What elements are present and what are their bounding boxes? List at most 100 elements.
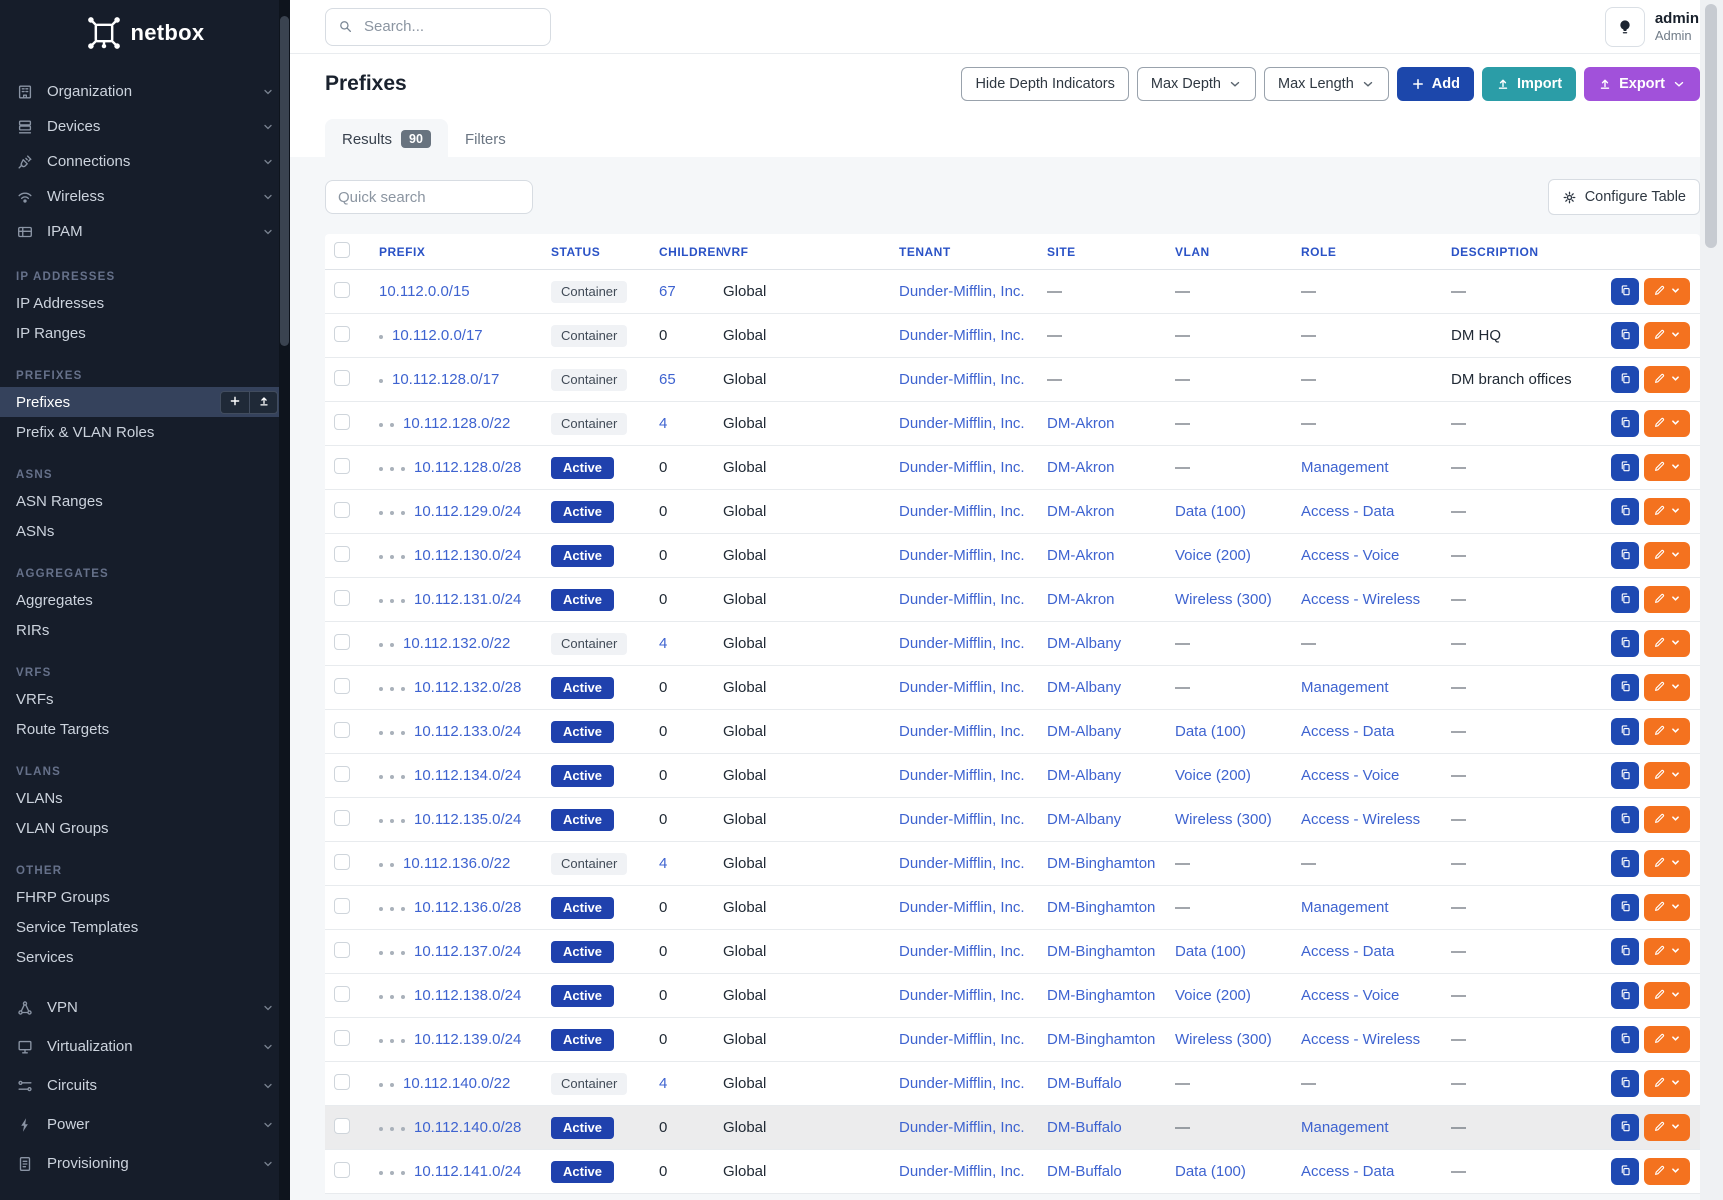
role-link[interactable]: Access - Voice <box>1301 547 1399 564</box>
site-link[interactable]: DM-Buffalo <box>1047 1075 1122 1092</box>
site-link[interactable]: DM-Akron <box>1047 415 1115 432</box>
edit-split-button[interactable] <box>1644 1026 1690 1053</box>
export-dropdown[interactable]: Export <box>1584 67 1700 101</box>
sidebar-item-vrfs[interactable]: VRFs <box>0 684 290 714</box>
clone-button[interactable] <box>1611 718 1639 745</box>
vlan-link[interactable]: Voice (200) <box>1175 987 1251 1004</box>
row-checkbox[interactable] <box>334 546 350 562</box>
tab-results[interactable]: Results 90 <box>325 119 448 159</box>
children-count-link[interactable]: 4 <box>659 415 667 432</box>
add-button[interactable]: Add <box>1397 67 1474 101</box>
prefix-link[interactable]: 10.112.134.0/24 <box>414 767 521 784</box>
clone-button[interactable] <box>1611 850 1639 877</box>
row-checkbox[interactable] <box>334 1074 350 1090</box>
role-link[interactable]: Access - Wireless <box>1301 1031 1420 1048</box>
site-link[interactable]: DM-Binghamton <box>1047 987 1155 1004</box>
sidebar-add-button[interactable] <box>220 391 249 414</box>
site-link[interactable]: DM-Albany <box>1047 723 1121 740</box>
prefix-link[interactable]: 10.112.141.0/24 <box>414 1163 521 1180</box>
edit-split-button[interactable] <box>1644 586 1690 613</box>
clone-button[interactable] <box>1611 938 1639 965</box>
edit-split-button[interactable] <box>1644 938 1690 965</box>
prefix-link[interactable]: 10.112.131.0/24 <box>414 591 521 608</box>
vlan-link[interactable]: Voice (200) <box>1175 767 1251 784</box>
prefix-link[interactable]: 10.112.136.0/22 <box>403 855 510 872</box>
role-link[interactable]: Access - Data <box>1301 943 1394 960</box>
site-link[interactable]: DM-Akron <box>1047 503 1115 520</box>
prefix-link[interactable]: 10.112.128.0/28 <box>414 459 521 476</box>
role-link[interactable]: Access - Wireless <box>1301 811 1420 828</box>
prefix-link[interactable]: 10.112.0.0/17 <box>392 327 483 344</box>
role-link[interactable]: Management <box>1301 1119 1389 1136</box>
sidebar-item-fhrp-groups[interactable]: FHRP Groups <box>0 882 290 912</box>
row-checkbox[interactable] <box>334 810 350 826</box>
role-link[interactable]: Access - Voice <box>1301 767 1399 784</box>
children-count-link[interactable]: 4 <box>659 855 667 872</box>
prefix-link[interactable]: 10.112.138.0/24 <box>414 987 521 1004</box>
site-link[interactable]: DM-Binghamton <box>1047 899 1155 916</box>
tenant-link[interactable]: Dunder-Mifflin, Inc. <box>899 899 1025 916</box>
clone-button[interactable] <box>1611 982 1639 1009</box>
sidebar-menu-virtualization[interactable]: Virtualization <box>0 1027 290 1066</box>
logo[interactable]: netbox <box>0 4 290 62</box>
sidebar-item-service-templates[interactable]: Service Templates <box>0 912 290 942</box>
edit-split-button[interactable] <box>1644 762 1690 789</box>
row-checkbox[interactable] <box>334 326 350 342</box>
row-checkbox[interactable] <box>334 282 350 298</box>
sidebar-item-rirs[interactable]: RIRs <box>0 615 290 645</box>
clone-button[interactable] <box>1611 630 1639 657</box>
column-header-site[interactable]: SITE <box>1047 245 1175 259</box>
children-count-link[interactable]: 4 <box>659 1075 667 1092</box>
vlan-link[interactable]: Data (100) <box>1175 1163 1246 1180</box>
tenant-link[interactable]: Dunder-Mifflin, Inc. <box>899 283 1025 300</box>
row-checkbox[interactable] <box>334 854 350 870</box>
clone-button[interactable] <box>1611 1158 1639 1185</box>
role-link[interactable]: Management <box>1301 679 1389 696</box>
clone-button[interactable] <box>1611 278 1639 305</box>
edit-split-button[interactable] <box>1644 1070 1690 1097</box>
children-count-link[interactable]: 65 <box>659 371 676 388</box>
edit-split-button[interactable] <box>1644 278 1690 305</box>
prefix-link[interactable]: 10.112.132.0/22 <box>403 635 510 652</box>
max-depth-dropdown[interactable]: Max Depth <box>1137 67 1256 101</box>
sidebar-item-asns[interactable]: ASNs <box>0 516 290 546</box>
clone-button[interactable] <box>1611 542 1639 569</box>
clone-button[interactable] <box>1611 322 1639 349</box>
row-checkbox[interactable] <box>334 722 350 738</box>
tenant-link[interactable]: Dunder-Mifflin, Inc. <box>899 855 1025 872</box>
edit-split-button[interactable] <box>1644 1158 1690 1185</box>
role-link[interactable]: Management <box>1301 459 1389 476</box>
vlan-link[interactable]: Wireless (300) <box>1175 1031 1272 1048</box>
sidebar-import-button[interactable] <box>249 391 278 414</box>
prefix-link[interactable]: 10.112.135.0/24 <box>414 811 521 828</box>
role-link[interactable]: Access - Data <box>1301 503 1394 520</box>
sidebar-item-vlans[interactable]: VLANs <box>0 783 290 813</box>
role-link[interactable]: Access - Wireless <box>1301 591 1420 608</box>
edit-split-button[interactable] <box>1644 366 1690 393</box>
row-checkbox[interactable] <box>334 458 350 474</box>
prefix-link[interactable]: 10.112.128.0/22 <box>403 415 510 432</box>
row-checkbox[interactable] <box>334 1118 350 1134</box>
page-scrollbar-track[interactable] <box>1700 0 1723 1200</box>
edit-split-button[interactable] <box>1644 982 1690 1009</box>
sidebar-item-vlan-groups[interactable]: VLAN Groups <box>0 813 290 843</box>
row-checkbox[interactable] <box>334 590 350 606</box>
column-header-vrf[interactable]: VRF <box>723 245 899 259</box>
sidebar-menu-ipam[interactable]: IPAM <box>0 214 290 249</box>
prefix-link[interactable]: 10.112.0.0/15 <box>379 283 470 300</box>
import-button[interactable]: Import <box>1482 67 1576 101</box>
sidebar-item-aggregates[interactable]: Aggregates <box>0 585 290 615</box>
tenant-link[interactable]: Dunder-Mifflin, Inc. <box>899 987 1025 1004</box>
tenant-link[interactable]: Dunder-Mifflin, Inc. <box>899 327 1025 344</box>
column-header-tenant[interactable]: TENANT <box>899 245 1047 259</box>
edit-split-button[interactable] <box>1644 454 1690 481</box>
sidebar-item-prefix-vlan-roles[interactable]: Prefix & VLAN Roles <box>0 417 290 447</box>
role-link[interactable]: Access - Voice <box>1301 987 1399 1004</box>
clone-button[interactable] <box>1611 762 1639 789</box>
row-checkbox[interactable] <box>334 502 350 518</box>
edit-split-button[interactable] <box>1644 718 1690 745</box>
role-link[interactable]: Access - Data <box>1301 1163 1394 1180</box>
site-link[interactable]: DM-Albany <box>1047 811 1121 828</box>
row-checkbox[interactable] <box>334 986 350 1002</box>
select-all-checkbox[interactable] <box>334 242 350 258</box>
